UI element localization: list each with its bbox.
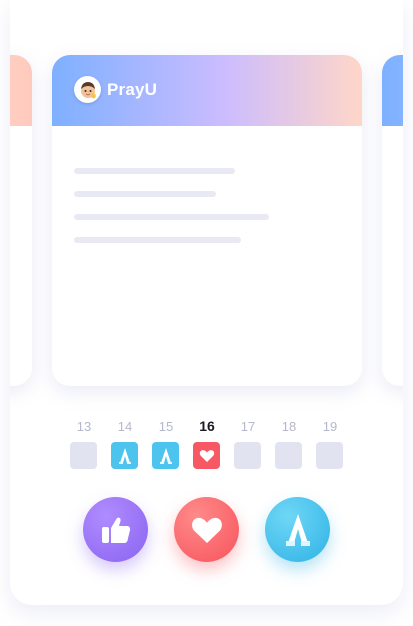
text-line-placeholder [74,168,235,174]
next-prayer-card[interactable] [382,55,403,386]
day-number: 18 [281,419,297,434]
day-status-empty [70,442,97,469]
avatar [74,76,101,103]
day-status-empty [316,442,343,469]
day-number: 15 [158,419,174,434]
praying-hands-icon [285,513,310,546]
day-15[interactable]: 15 [152,418,180,469]
day-14[interactable]: 14 [111,418,139,469]
day-18[interactable]: 18 [275,418,303,469]
heart-icon [199,449,214,462]
pray-button[interactable] [265,497,330,562]
like-button[interactable] [83,497,148,562]
day-17[interactable]: 17 [234,418,262,469]
prayer-text-placeholder [74,168,269,260]
thumbs-up-icon [101,517,130,543]
day-status-empty [275,442,302,469]
heart-icon [191,517,222,543]
day-number: 16 [199,418,215,434]
day-13[interactable]: 13 [70,418,98,469]
text-line-placeholder [74,191,216,197]
previous-prayer-card[interactable] [10,55,32,386]
day-number: 17 [240,419,256,434]
prayer-card[interactable]: PrayU [52,55,362,386]
day-number: 14 [117,419,133,434]
date-strip: 13 14 15 16 17 18 19 [70,418,344,470]
day-number: 19 [322,419,338,434]
praying-hands-icon [159,447,172,464]
day-status-love [193,442,220,469]
card-header [382,55,403,126]
day-status-pray [152,442,179,469]
text-line-placeholder [74,214,269,220]
card-header [10,55,32,126]
prayer-card-screen: PrayU 13 14 15 16 17 18 19 [10,0,403,605]
day-status-empty [234,442,261,469]
praying-hands-icon [118,447,131,464]
day-status-pray [111,442,138,469]
user-avatar-icon [80,81,96,98]
day-number: 13 [76,419,92,434]
love-button[interactable] [174,497,239,562]
day-16-today[interactable]: 16 [193,418,221,469]
card-header: PrayU [52,55,362,126]
day-19[interactable]: 19 [316,418,344,469]
card-brand: PrayU [74,76,157,103]
app-name: PrayU [107,79,158,99]
text-line-placeholder [74,237,241,243]
